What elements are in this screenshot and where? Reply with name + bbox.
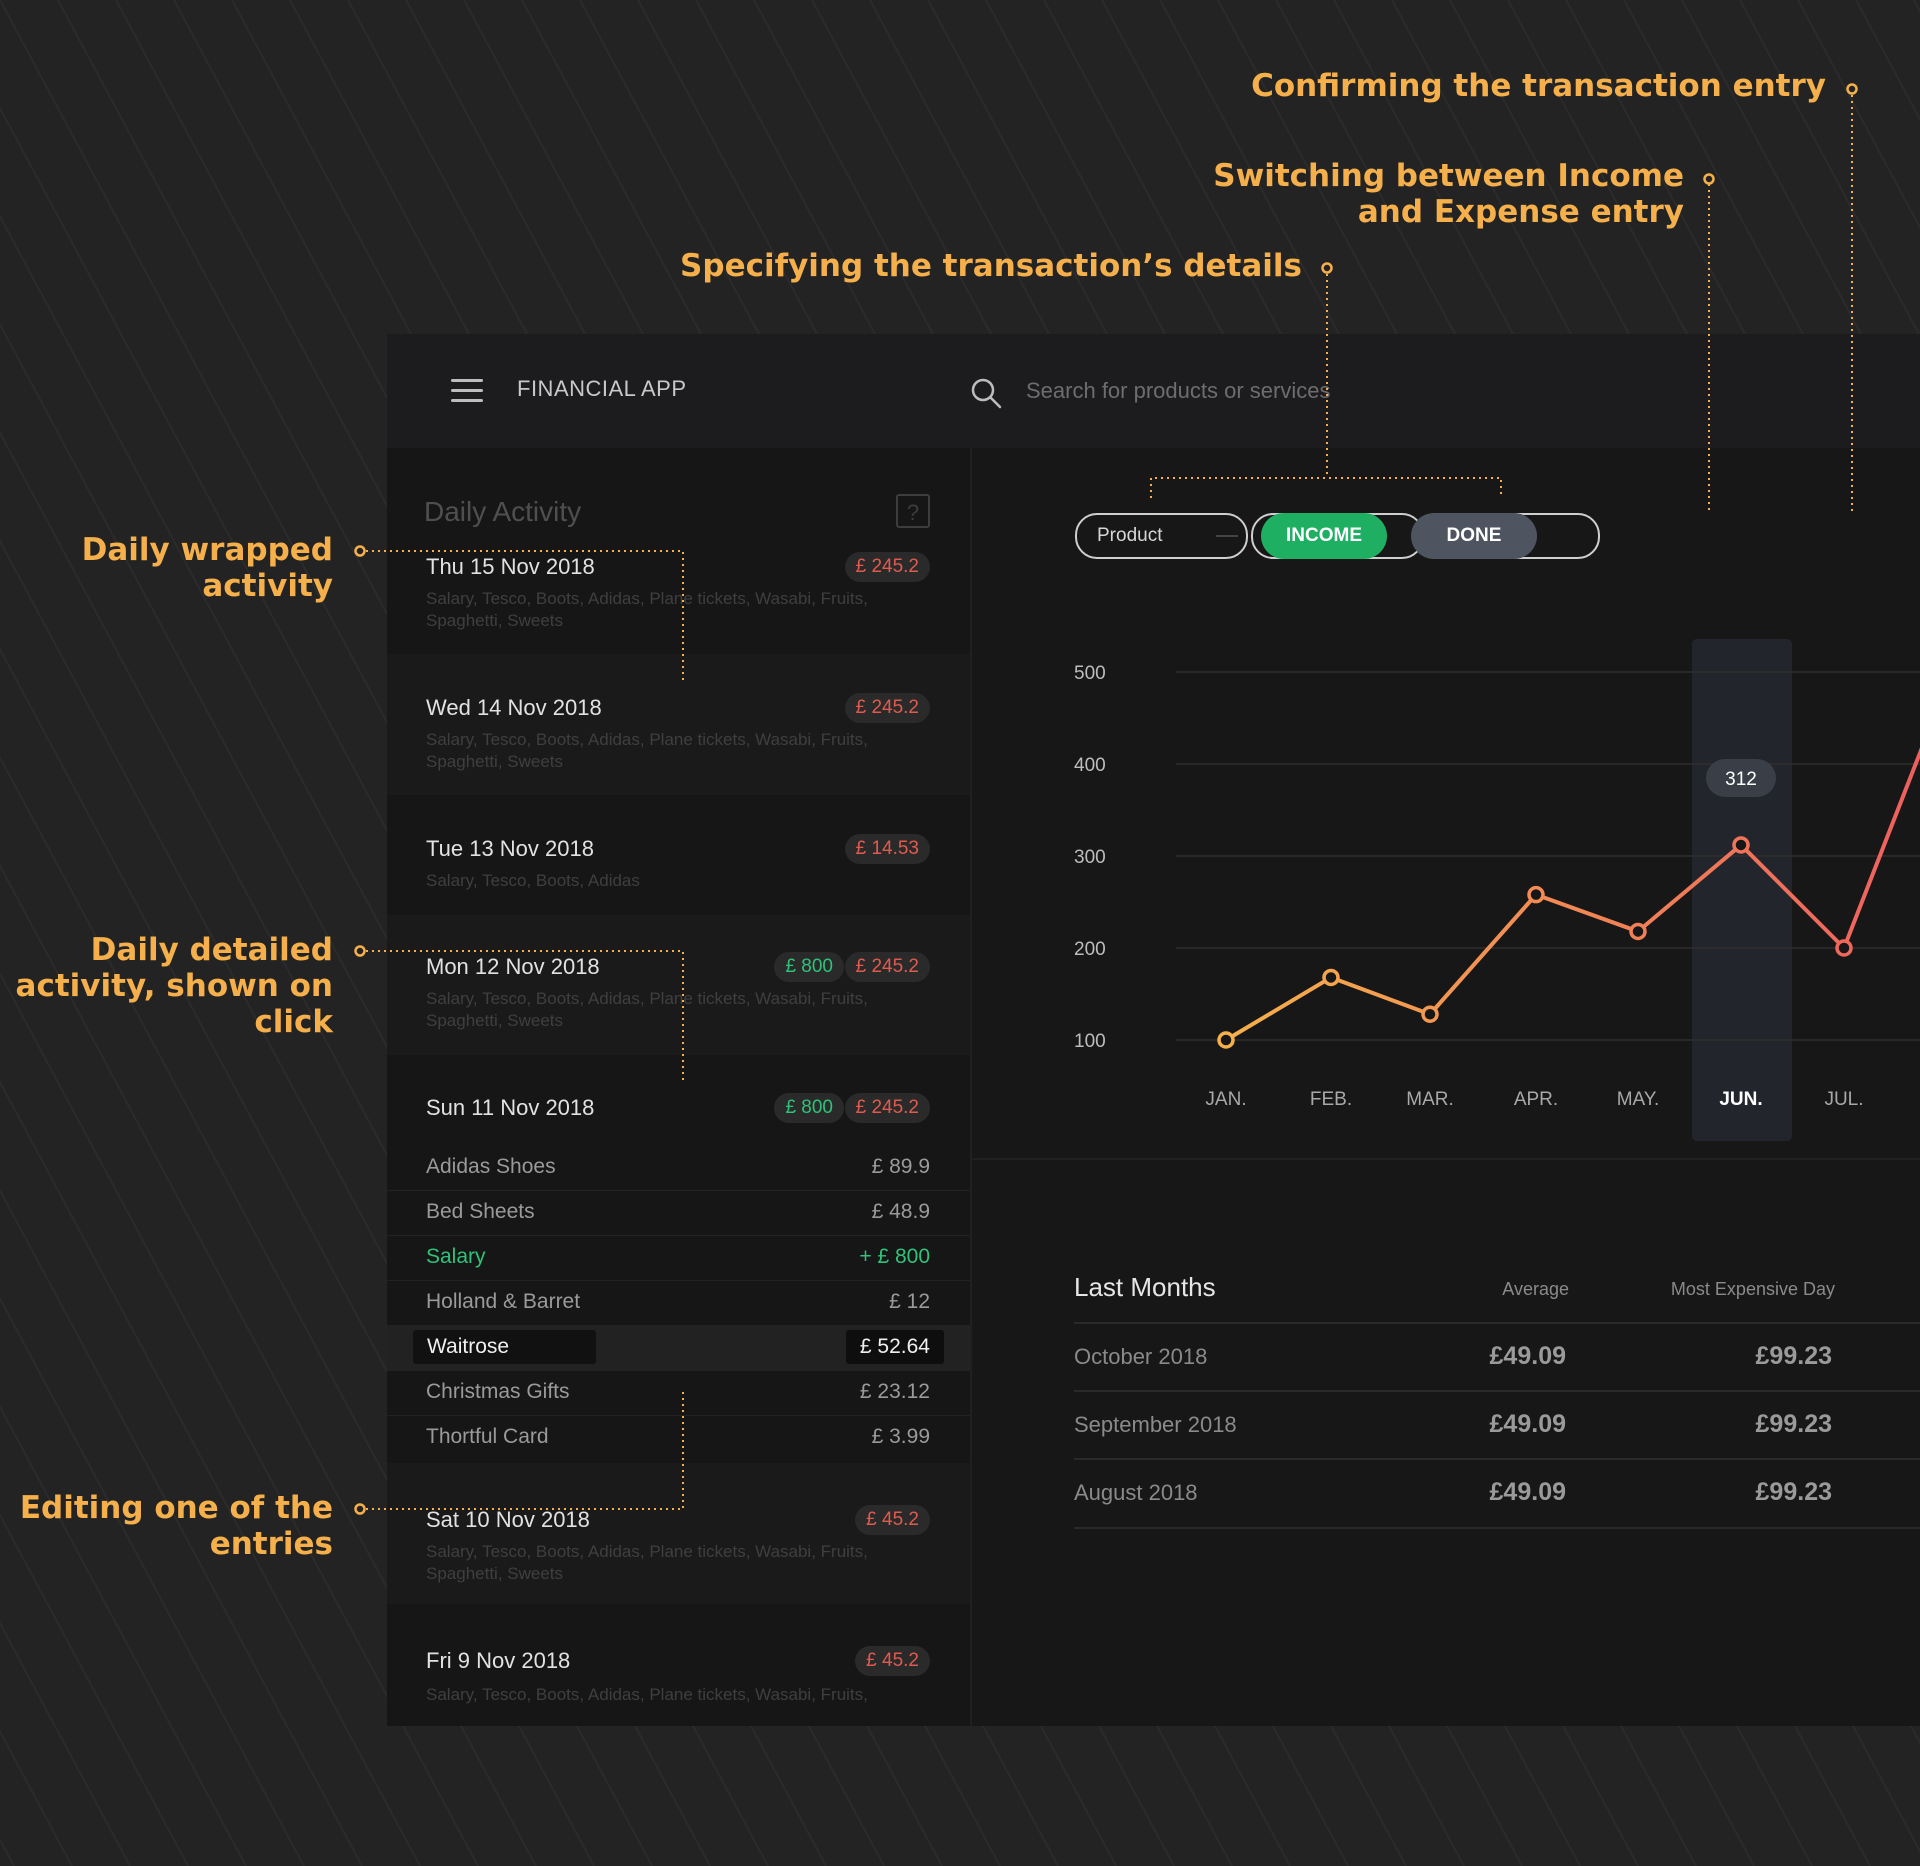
x-tick-label: APR. <box>1514 1089 1558 1110</box>
y-tick-label: 300 <box>1074 847 1106 868</box>
average-value: £49.09 <box>1489 1410 1566 1438</box>
x-tick-label: FEB. <box>1310 1089 1352 1110</box>
max-day-value: £99.23 <box>1755 1342 1832 1370</box>
data-point[interactable] <box>1732 836 1750 854</box>
average-value: £49.09 <box>1489 1342 1566 1370</box>
highlight-band[interactable] <box>1692 639 1792 1141</box>
y-tick-label: 500 <box>1074 663 1106 684</box>
max-day-value: £99.23 <box>1755 1410 1832 1438</box>
data-point[interactable] <box>1421 1005 1439 1023</box>
month-label: August 2018 <box>1074 1480 1198 1505</box>
x-tick-label: JUL. <box>1824 1089 1863 1110</box>
last-months-row[interactable]: September 2018 £49.09 £99.23 <box>1074 1390 1920 1459</box>
x-tick-label: JUN. <box>1719 1089 1762 1110</box>
max-day-value: £99.23 <box>1755 1478 1832 1506</box>
monthly-chart: 500 400 300 200 100 JAN. FEB. MAR. APR. MAY. JUN. J… <box>1074 639 1920 1141</box>
data-point[interactable] <box>1629 922 1647 941</box>
data-point[interactable] <box>1322 968 1340 987</box>
last-months-title: Last Months <box>1074 1272 1216 1302</box>
x-tick-label: MAY. <box>1617 1089 1660 1110</box>
x-tick-label: JAN. <box>1205 1089 1246 1110</box>
average-value: £49.09 <box>1489 1478 1566 1506</box>
month-label: September 2018 <box>1074 1412 1237 1437</box>
data-point[interactable] <box>1835 939 1853 957</box>
data-point[interactable] <box>1527 885 1545 904</box>
data-point[interactable] <box>1217 1031 1235 1049</box>
col-max-header: Most Expensive Day <box>1670 1279 1835 1299</box>
last-months-row[interactable]: October 2018 £49.09 £99.23 <box>1074 1322 1920 1391</box>
month-label: October 2018 <box>1074 1344 1208 1369</box>
x-tick-label: MAR. <box>1406 1089 1454 1110</box>
y-tick-label: 400 <box>1074 755 1106 776</box>
tooltip-value: 312 <box>1725 769 1757 790</box>
y-tick-label: 100 <box>1074 1031 1106 1052</box>
series-line <box>1224 747 1920 1042</box>
y-tick-label: 200 <box>1074 939 1106 960</box>
last-months-row[interactable]: August 2018 £49.09 £99.23 <box>1074 1458 1920 1529</box>
col-average-header: Average <box>1502 1279 1569 1299</box>
